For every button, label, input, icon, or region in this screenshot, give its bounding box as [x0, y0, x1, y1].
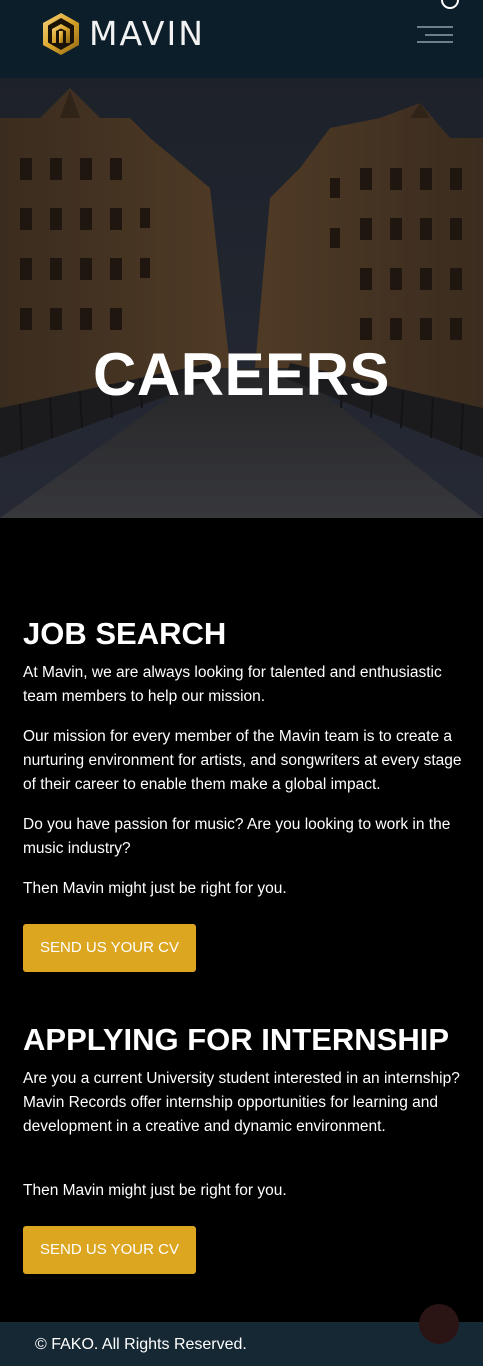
- circle-outline-icon[interactable]: [441, 0, 459, 9]
- job-search-paragraph: At Mavin, we are always looking for tale…: [23, 664, 442, 705]
- internship-paragraph: Are you a current University student int…: [23, 1070, 460, 1135]
- job-search-paragraph: Our mission for every member of the Mavi…: [23, 728, 462, 793]
- hero-banner: CAREERS: [0, 78, 483, 518]
- send-cv-internship-button[interactable]: SEND US YOUR CV: [23, 1226, 196, 1274]
- scroll-to-top-icon[interactable]: [419, 1304, 459, 1344]
- send-cv-button[interactable]: SEND US YOUR CV: [23, 924, 196, 972]
- copyright-text: © FAKO. All Rights Reserved.: [35, 1336, 247, 1353]
- job-search-heading: JOB SEARCH: [23, 616, 227, 651]
- hamburger-menu-icon[interactable]: [417, 24, 453, 44]
- job-search-paragraph: Do you have passion for music? Are you l…: [23, 816, 451, 857]
- brand-name[interactable]: MAVIN: [89, 14, 205, 54]
- site-header: MAVIN: [0, 0, 483, 78]
- internship-paragraph: Then Mavin might just be right for you.: [23, 1182, 287, 1199]
- mavin-logo-icon[interactable]: [41, 12, 81, 56]
- hero-background-image: [0, 78, 483, 518]
- internship-heading: APPLYING FOR INTERNSHIP: [23, 1022, 450, 1057]
- job-search-paragraph: Then Mavin might just be right for you.: [23, 880, 287, 897]
- site-footer: © FAKO. All Rights Reserved.: [0, 1322, 483, 1366]
- page-title: CAREERS: [93, 341, 390, 408]
